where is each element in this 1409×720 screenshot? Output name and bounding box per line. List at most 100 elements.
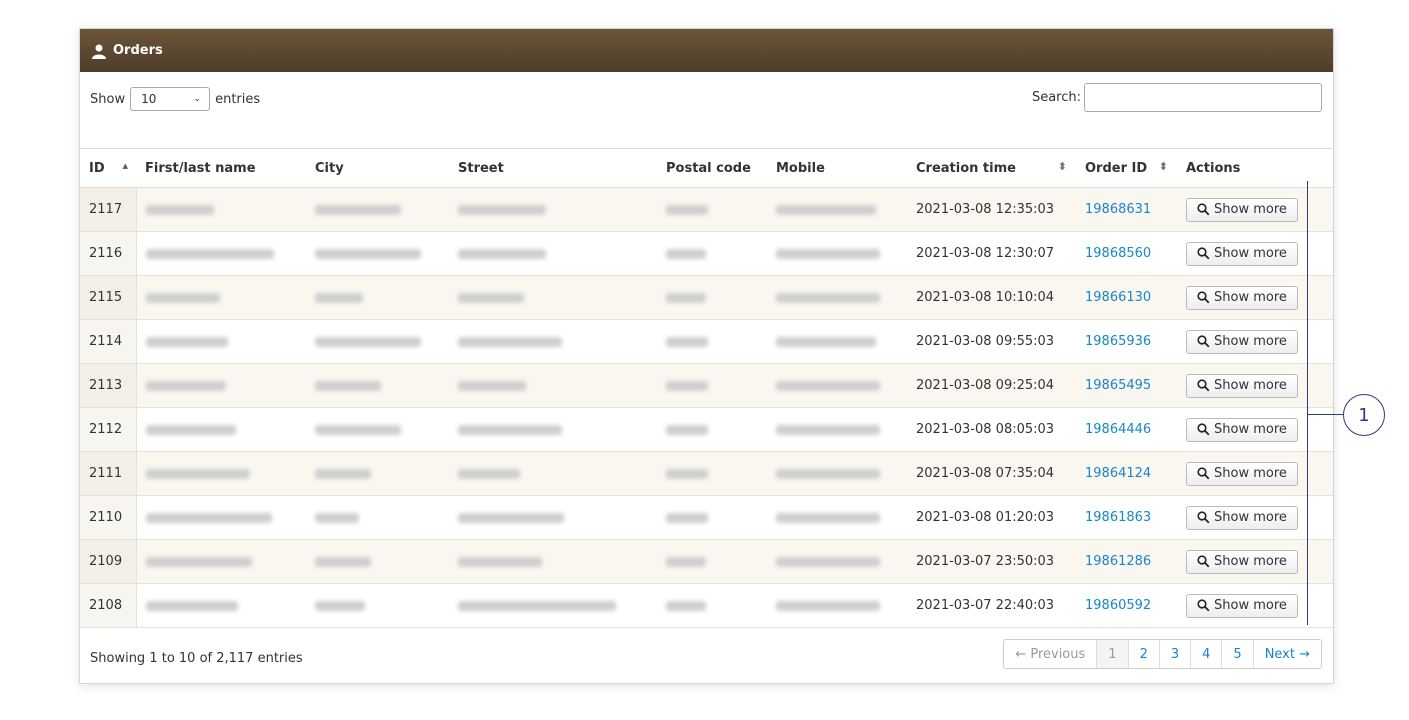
page-5-button[interactable]: 5 bbox=[1221, 640, 1252, 668]
search-control: Search: bbox=[1032, 83, 1322, 112]
orders-panel: Orders Show 10 ⌄ entries Search: ID Firs… bbox=[79, 28, 1334, 684]
cell-id: 2108 bbox=[80, 583, 137, 628]
chevron-down-icon: ⌄ bbox=[193, 94, 202, 104]
cell-street-redacted bbox=[449, 319, 657, 364]
show-more-label: Show more bbox=[1214, 290, 1287, 305]
search-icon bbox=[1197, 379, 1210, 392]
table-row: 2111 2021-03-08 07:35:04 19864124 Show more bbox=[80, 451, 1333, 496]
cell-id: 2113 bbox=[80, 363, 137, 408]
show-more-button[interactable]: Show more bbox=[1186, 285, 1298, 310]
cell-creation-time: 2021-03-08 09:55:03 bbox=[907, 319, 1076, 364]
show-more-button[interactable]: Show more bbox=[1186, 593, 1298, 618]
cell-city-redacted bbox=[306, 583, 449, 628]
cell-city-redacted bbox=[306, 231, 449, 276]
cell-name-redacted bbox=[136, 407, 306, 452]
show-more-label: Show more bbox=[1214, 554, 1287, 569]
cell-order-id-link[interactable]: 19861286 bbox=[1076, 539, 1177, 584]
search-input[interactable] bbox=[1084, 83, 1322, 112]
page-1-button[interactable]: 1 bbox=[1096, 640, 1128, 668]
cell-postal-redacted bbox=[657, 275, 767, 320]
cell-creation-time: 2021-03-08 09:25:04 bbox=[907, 363, 1076, 408]
show-more-button[interactable]: Show more bbox=[1186, 329, 1298, 354]
show-more-button[interactable]: Show more bbox=[1186, 241, 1298, 266]
table-info: Showing 1 to 10 of 2,117 entries bbox=[90, 651, 303, 666]
previous-page-button[interactable]: ← Previous bbox=[1004, 640, 1096, 668]
cell-creation-time: 2021-03-08 01:20:03 bbox=[907, 495, 1076, 540]
cell-creation-time: 2021-03-07 22:40:03 bbox=[907, 583, 1076, 628]
cell-actions: Show more bbox=[1177, 231, 1333, 276]
cell-id: 2112 bbox=[80, 407, 137, 452]
table-row: 2113 2021-03-08 09:25:04 19865495 Show more bbox=[80, 363, 1333, 408]
cell-city-redacted bbox=[306, 407, 449, 452]
cell-id: 2115 bbox=[80, 275, 137, 320]
cell-creation-time: 2021-03-08 10:10:04 bbox=[907, 275, 1076, 320]
show-more-label: Show more bbox=[1214, 202, 1287, 217]
cell-name-redacted bbox=[136, 363, 306, 408]
show-label: Show bbox=[90, 91, 126, 107]
column-header-city[interactable]: City bbox=[306, 148, 449, 188]
column-header-order-id[interactable]: Order ID bbox=[1076, 148, 1177, 188]
search-label: Search: bbox=[1031, 90, 1081, 105]
cell-mobile-redacted bbox=[767, 231, 907, 276]
table-row: 2116 2021-03-08 12:30:07 19868560 Show more bbox=[80, 231, 1333, 276]
page-4-button[interactable]: 4 bbox=[1190, 640, 1221, 668]
cell-order-id-link[interactable]: 19861863 bbox=[1076, 495, 1177, 540]
show-more-button[interactable]: Show more bbox=[1186, 197, 1298, 222]
cell-order-id-link[interactable]: 19860592 bbox=[1076, 583, 1177, 628]
show-more-button[interactable]: Show more bbox=[1186, 549, 1298, 574]
next-page-button[interactable]: Next → bbox=[1252, 640, 1321, 668]
table-row: 2117 2021-03-08 12:35:03 19868631 Show more bbox=[80, 187, 1333, 232]
search-icon bbox=[1197, 247, 1210, 260]
cell-creation-time: 2021-03-08 07:35:04 bbox=[907, 451, 1076, 496]
show-more-label: Show more bbox=[1214, 510, 1287, 525]
cell-actions: Show more bbox=[1177, 363, 1333, 408]
table-row: 2110 2021-03-08 01:20:03 19861863 Show more bbox=[80, 495, 1333, 540]
cell-actions: Show more bbox=[1177, 187, 1333, 232]
column-header-creation-time[interactable]: Creation time bbox=[907, 148, 1076, 188]
cell-postal-redacted bbox=[657, 407, 767, 452]
column-header-mobile[interactable]: Mobile bbox=[767, 148, 907, 188]
cell-order-id-link[interactable]: 19868631 bbox=[1076, 187, 1177, 232]
cell-name-redacted bbox=[136, 583, 306, 628]
column-header-id[interactable]: ID bbox=[80, 148, 136, 188]
show-more-button[interactable]: Show more bbox=[1186, 373, 1298, 398]
cell-mobile-redacted bbox=[767, 583, 907, 628]
page-2-button[interactable]: 2 bbox=[1127, 640, 1159, 668]
show-more-button[interactable]: Show more bbox=[1186, 505, 1298, 530]
cell-actions: Show more bbox=[1177, 539, 1333, 584]
table-row: 2109 2021-03-07 23:50:03 19861286 Show more bbox=[80, 539, 1333, 584]
cell-actions: Show more bbox=[1177, 583, 1333, 628]
cell-order-id-link[interactable]: 19866130 bbox=[1076, 275, 1177, 320]
column-header-postal-code[interactable]: Postal code bbox=[657, 148, 767, 188]
cell-order-id-link[interactable]: 19868560 bbox=[1076, 231, 1177, 276]
cell-mobile-redacted bbox=[767, 539, 907, 584]
show-more-button[interactable]: Show more bbox=[1186, 461, 1298, 486]
cell-creation-time: 2021-03-07 23:50:03 bbox=[907, 539, 1076, 584]
page-3-button[interactable]: 3 bbox=[1158, 640, 1190, 668]
cell-order-id-link[interactable]: 19864124 bbox=[1076, 451, 1177, 496]
column-header-street[interactable]: Street bbox=[449, 148, 657, 188]
cell-creation-time: 2021-03-08 08:05:03 bbox=[907, 407, 1076, 452]
cell-city-redacted bbox=[306, 495, 449, 540]
entries-select[interactable]: 10 ⌄ bbox=[130, 87, 211, 111]
cell-postal-redacted bbox=[657, 583, 767, 628]
cell-postal-redacted bbox=[657, 539, 767, 584]
cell-id: 2116 bbox=[80, 231, 137, 276]
column-header-name[interactable]: First/last name bbox=[136, 148, 306, 188]
pagination: ← Previous 1 2 3 4 5 Next → bbox=[1003, 639, 1322, 669]
cell-order-id-link[interactable]: 19865495 bbox=[1076, 363, 1177, 408]
show-more-label: Show more bbox=[1214, 378, 1287, 393]
table-header-row: ID First/last name City Street Postal co… bbox=[80, 148, 1333, 188]
cell-city-redacted bbox=[306, 451, 449, 496]
show-more-button[interactable]: Show more bbox=[1186, 417, 1298, 442]
cell-name-redacted bbox=[136, 187, 306, 232]
cell-id: 2117 bbox=[80, 187, 137, 232]
cell-order-id-link[interactable]: 19864446 bbox=[1076, 407, 1177, 452]
cell-id: 2109 bbox=[80, 539, 137, 584]
cell-name-redacted bbox=[136, 539, 306, 584]
cell-street-redacted bbox=[449, 275, 657, 320]
cell-order-id-link[interactable]: 19865936 bbox=[1076, 319, 1177, 364]
cell-mobile-redacted bbox=[767, 495, 907, 540]
entries-label: entries bbox=[215, 91, 261, 107]
cell-city-redacted bbox=[306, 539, 449, 584]
